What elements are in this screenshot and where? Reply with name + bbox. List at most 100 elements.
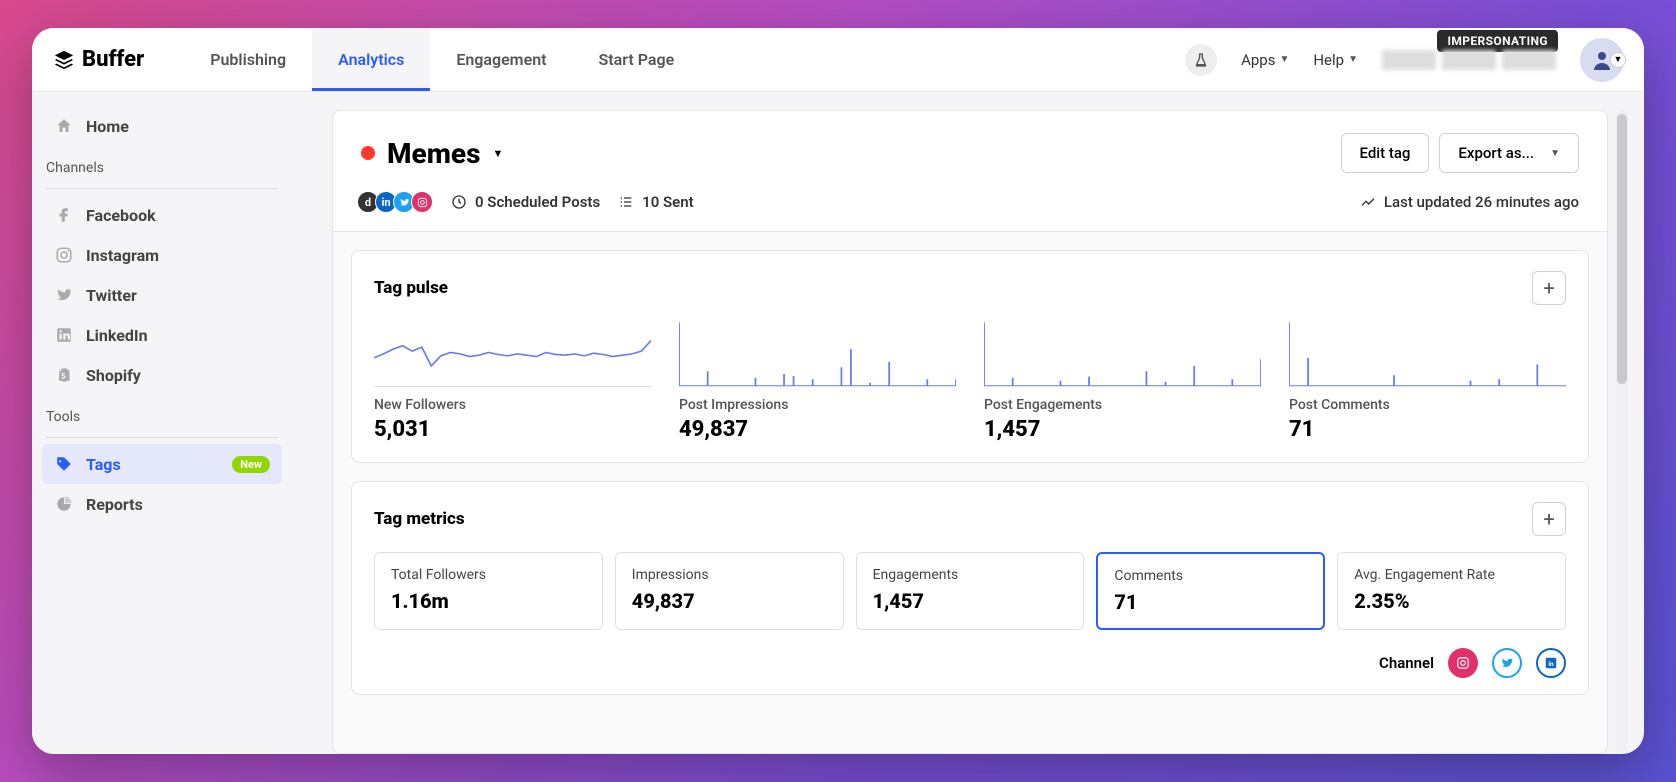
divider — [46, 188, 278, 189]
list-icon — [618, 194, 634, 210]
sidebar-item-label: Facebook — [86, 206, 156, 225]
avatar[interactable]: ▼ — [1580, 38, 1624, 82]
reports-icon — [54, 494, 74, 514]
help-label: Help — [1313, 51, 1344, 69]
caret-down-icon: ▼ — [1279, 54, 1289, 65]
scheduled-label: 0 Scheduled Posts — [475, 193, 600, 211]
metric-total-followers[interactable]: Total Followers 1.16m — [374, 552, 603, 630]
brand-name: Buffer — [82, 47, 144, 72]
caret-down-icon: ▼ — [492, 147, 503, 160]
metric-label: Avg. Engagement Rate — [1354, 567, 1549, 583]
add-to-report-button[interactable]: + — [1532, 271, 1566, 305]
metric-avg-engagement-rate[interactable]: Avg. Engagement Rate 2.35% — [1337, 552, 1566, 630]
sparkline-post-engagements — [984, 319, 1261, 387]
tag-metrics-card: Tag metrics + Total Followers 1.16m Impr… — [351, 481, 1589, 695]
metric-impressions[interactable]: Impressions 49,837 — [615, 552, 844, 630]
sidebar-section-tools: Tools — [42, 395, 282, 435]
sidebar-item-tags[interactable]: Tags New — [42, 444, 282, 484]
sidebar-item-label: Home — [86, 117, 129, 136]
tag-title-dropdown[interactable]: Memes ▼ — [361, 137, 503, 170]
shopify-icon — [54, 365, 74, 385]
apps-menu[interactable]: Apps ▼ — [1241, 51, 1289, 69]
sidebar-item-reports[interactable]: Reports — [42, 484, 282, 524]
scrollbar-thumb[interactable] — [1617, 114, 1627, 384]
trend-icon — [1360, 194, 1376, 210]
instagram-icon — [411, 191, 433, 213]
pulse-value: 49,837 — [679, 417, 956, 442]
buffer-logo-icon — [52, 48, 76, 72]
pulse-label: Post Comments — [1289, 397, 1566, 413]
metric-label: Total Followers — [391, 567, 586, 583]
nav-tabs: Publishing Analytics Engagement Start Pa… — [184, 28, 700, 91]
divider — [46, 437, 278, 438]
button-label: Edit tag — [1360, 144, 1411, 162]
sidebar-section-channels: Channels — [42, 146, 282, 186]
pulse-post-comments: Post Comments 71 — [1289, 319, 1566, 442]
sidebar-item-label: LinkedIn — [86, 326, 148, 345]
help-menu[interactable]: Help ▼ — [1313, 51, 1358, 69]
pulse-post-impressions: Post Impressions 49,837 — [679, 319, 956, 442]
sidebar-item-label: Reports — [86, 495, 143, 514]
apps-label: Apps — [1241, 51, 1275, 69]
pulse-value: 1,457 — [984, 417, 1261, 442]
sidebar: Home Channels Facebook Instagram Twitter… — [32, 92, 292, 754]
edit-tag-button[interactable]: Edit tag — [1341, 133, 1430, 173]
sidebar-item-instagram[interactable]: Instagram — [42, 235, 282, 275]
last-updated-label: Last updated 26 minutes ago — [1384, 193, 1579, 211]
impersonating-badge: IMPERSONATING — [1437, 30, 1558, 52]
app-body: Home Channels Facebook Instagram Twitter… — [32, 92, 1644, 754]
topbar-right: Apps ▼ Help ▼ ▼ — [1185, 38, 1624, 82]
add-to-report-button[interactable]: + — [1532, 502, 1566, 536]
app-window: IMPERSONATING Buffer Publishing Analytic… — [32, 28, 1644, 754]
sidebar-item-label: Shopify — [86, 366, 141, 385]
beaker-icon[interactable] — [1185, 44, 1217, 76]
sparkline-post-impressions — [679, 319, 956, 387]
metric-engagements[interactable]: Engagements 1,457 — [856, 552, 1085, 630]
card-title: Tag metrics — [374, 509, 465, 529]
sidebar-item-home[interactable]: Home — [42, 106, 282, 146]
metric-label: Comments — [1114, 568, 1307, 584]
tag-icon — [54, 454, 74, 474]
content-scroll-area: Tag pulse + New Followers — [332, 231, 1608, 754]
nav-publishing[interactable]: Publishing — [184, 28, 312, 91]
nav-engagement[interactable]: Engagement — [430, 28, 572, 91]
channel-filter-twitter[interactable] — [1492, 648, 1522, 678]
metric-value: 1.16m — [391, 589, 586, 613]
nav-start-page[interactable]: Start Page — [573, 28, 701, 91]
metric-value: 2.35% — [1354, 589, 1549, 613]
button-label: Export as... — [1458, 144, 1534, 162]
metric-label: Engagements — [873, 567, 1068, 583]
sidebar-item-facebook[interactable]: Facebook — [42, 195, 282, 235]
sidebar-item-twitter[interactable]: Twitter — [42, 275, 282, 315]
logo[interactable]: Buffer — [52, 47, 144, 72]
channel-icons: d in — [361, 191, 433, 213]
metric-label: Impressions — [632, 567, 827, 583]
export-as-button[interactable]: Export as... ▼ — [1439, 133, 1579, 173]
channel-filter-instagram[interactable] — [1448, 648, 1478, 678]
card-title: Tag pulse — [374, 278, 448, 298]
sparkline-new-followers — [374, 319, 651, 387]
pulse-value: 5,031 — [374, 417, 651, 442]
instagram-icon — [54, 245, 74, 265]
channel-filter-linkedin[interactable]: in — [1536, 648, 1566, 678]
tag-pulse-card: Tag pulse + New Followers — [351, 250, 1589, 463]
new-badge: New — [232, 456, 270, 473]
main: Memes ▼ Edit tag Export as... ▼ — [292, 92, 1644, 754]
metric-comments[interactable]: Comments 71 — [1096, 552, 1325, 630]
sidebar-item-linkedin[interactable]: LinkedIn — [42, 315, 282, 355]
topbar: Buffer Publishing Analytics Engagement S… — [32, 28, 1644, 92]
channel-label: Channel — [1379, 654, 1434, 672]
facebook-icon — [54, 205, 74, 225]
metric-value: 49,837 — [632, 589, 827, 613]
nav-analytics[interactable]: Analytics — [312, 28, 430, 91]
twitter-icon — [54, 285, 74, 305]
home-icon — [54, 116, 74, 136]
tag-name: Memes — [387, 137, 480, 170]
sidebar-item-shopify[interactable]: Shopify — [42, 355, 282, 395]
metric-value: 71 — [1114, 590, 1307, 614]
pulse-label: Post Impressions — [679, 397, 956, 413]
sidebar-item-label: Instagram — [86, 246, 159, 265]
pulse-value: 71 — [1289, 417, 1566, 442]
pulse-label: New Followers — [374, 397, 651, 413]
scrollbar[interactable] — [1616, 110, 1628, 754]
